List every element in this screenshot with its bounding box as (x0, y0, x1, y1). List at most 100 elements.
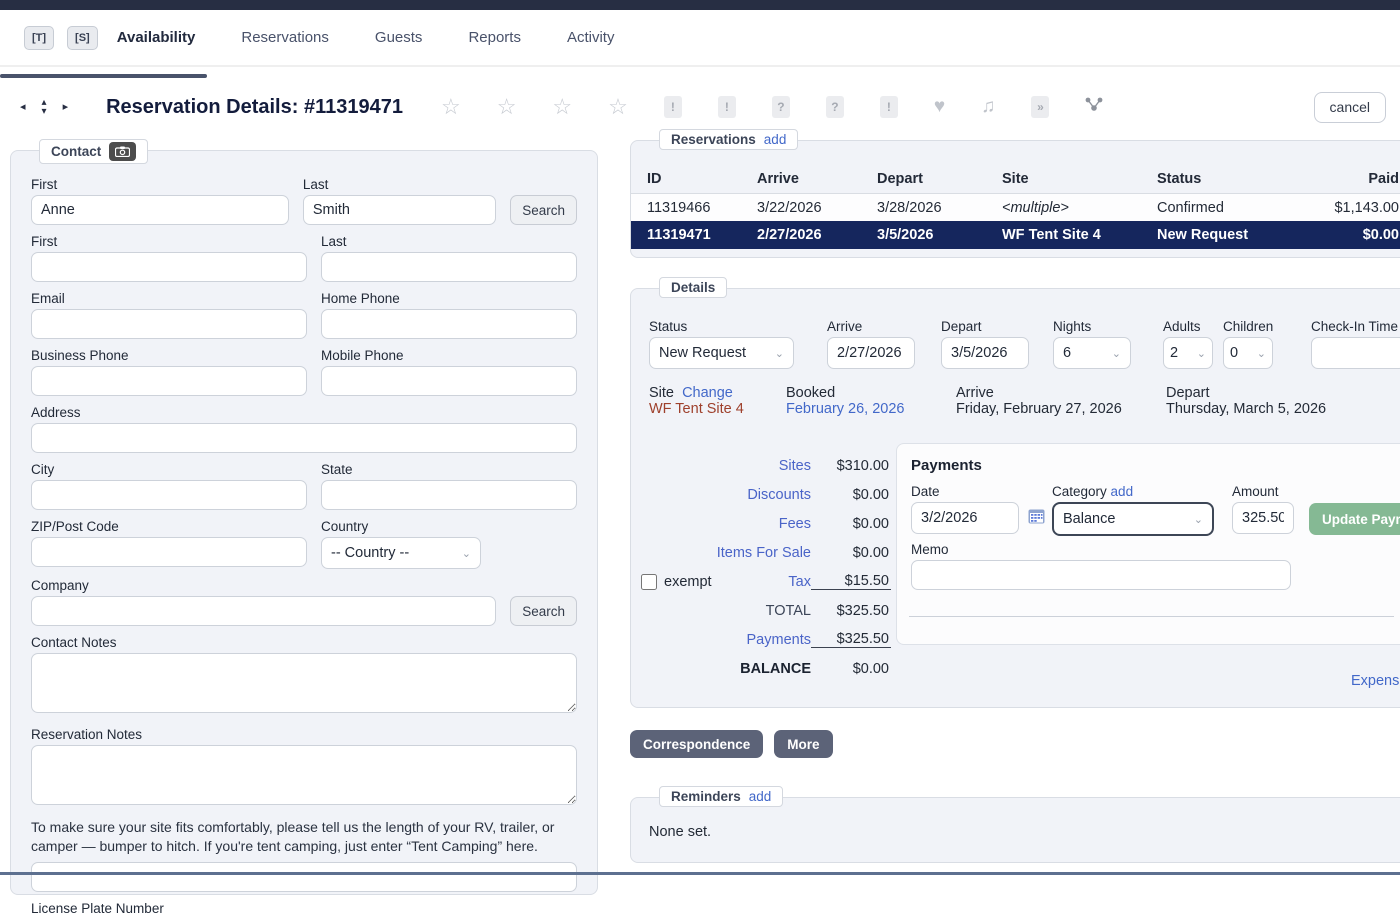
reservations-add-link[interactable]: add (764, 132, 787, 147)
expenses-link[interactable]: Expenses (1351, 673, 1400, 689)
nights-select[interactable]: 6 ⌄ (1053, 337, 1131, 369)
last-name-2-input[interactable] (321, 252, 577, 282)
star-rating-icon-4[interactable]: ☆ (608, 94, 628, 120)
cell-site: WF Tent Site 4 (1002, 227, 1157, 243)
state-input[interactable] (321, 480, 577, 510)
city-input[interactable] (31, 480, 307, 510)
checkin-time-input[interactable] (1311, 337, 1400, 369)
contact-search-button[interactable]: Search (510, 195, 577, 225)
alert-flag-icon-2[interactable]: ! (718, 96, 736, 118)
balance-label: BALANCE (721, 661, 811, 677)
payment-amount-label: Amount (1232, 484, 1294, 499)
zip-input[interactable] (31, 537, 307, 567)
table-row[interactable]: 11319466 3/22/2026 3/28/2026 <multiple> … (631, 193, 1400, 221)
window-top-bar (0, 0, 1400, 10)
depart-date-input[interactable] (941, 337, 1029, 369)
more-button[interactable]: More (774, 730, 832, 758)
tab-availability[interactable]: Availability (117, 29, 196, 46)
first-name-2-input[interactable] (31, 252, 307, 282)
rv-length-input[interactable] (31, 862, 577, 892)
discounts-link[interactable]: Discounts (721, 487, 811, 503)
contact-legend: Contact (39, 139, 148, 164)
tab-activity[interactable]: Activity (567, 29, 615, 46)
alert-flag-icon-1[interactable]: ! (664, 96, 682, 118)
reservation-notes-textarea[interactable] (31, 745, 577, 805)
camera-icon[interactable] (109, 142, 136, 161)
col-arrive: Arrive (757, 171, 877, 187)
items-for-sale-link[interactable]: Items For Sale (641, 545, 811, 561)
company-label: Company (31, 578, 496, 593)
group-share-icon[interactable] (1085, 96, 1104, 119)
heart-icon[interactable]: ♥ (934, 96, 945, 118)
next-record-icon[interactable]: ▸ (63, 102, 69, 112)
question-flag-icon-1[interactable]: ? (772, 96, 790, 118)
reminders-legend-label: Reminders (671, 789, 741, 804)
site-change-link[interactable]: Change (682, 385, 733, 401)
alert-flag-icon-3[interactable]: ! (880, 96, 898, 118)
chevrons-right-icon[interactable]: » (1031, 96, 1049, 118)
payment-date-input[interactable] (911, 502, 1019, 534)
total-label: TOTAL (721, 603, 811, 619)
reminders-add-link[interactable]: add (749, 789, 772, 804)
email-input[interactable] (31, 309, 307, 339)
tab-reservations[interactable]: Reservations (241, 29, 329, 46)
star-rating-icon-3[interactable]: ☆ (552, 94, 572, 120)
music-note-icon[interactable]: ♫ (981, 96, 995, 118)
cell-paid: $0.00 (1312, 227, 1400, 243)
t-shortcut-button[interactable]: [T] (24, 26, 54, 50)
category-label-text: Category (1052, 484, 1107, 499)
reservations-table: ID Arrive Depart Site Status Paid 113194… (631, 165, 1400, 249)
tax-amount: $15.50 (811, 573, 891, 590)
tab-guests[interactable]: Guests (375, 29, 423, 46)
arrive-date-input[interactable] (827, 337, 915, 369)
booked-date-link[interactable]: February 26, 2026 (786, 401, 905, 417)
booked-label: Booked (786, 385, 835, 401)
country-select[interactable]: -- Country -- ⌄ (321, 537, 481, 569)
payment-category-select[interactable]: Balance ⌄ (1052, 502, 1214, 536)
home-phone-input[interactable] (321, 309, 577, 339)
reservations-legend: Reservations add (659, 129, 798, 150)
company-input[interactable] (31, 596, 496, 626)
depart-label: Depart (941, 319, 1029, 334)
payment-memo-input[interactable] (911, 560, 1291, 590)
payment-amount-input[interactable] (1232, 502, 1294, 534)
correspondence-button[interactable]: Correspondence (630, 730, 763, 758)
state-label: State (321, 462, 577, 477)
sites-link[interactable]: Sites (721, 458, 811, 474)
children-select[interactable]: 0 ⌄ (1223, 337, 1273, 369)
calendar-icon[interactable] (1028, 508, 1045, 529)
record-navigation: ◂ ▴ ▾ ▸ (20, 98, 68, 116)
category-add-link[interactable]: add (1111, 484, 1134, 499)
tax-exempt-checkbox[interactable] (641, 574, 657, 590)
cell-id: 11319466 (647, 200, 757, 216)
cell-site: <multiple> (1002, 200, 1157, 216)
adults-label: Adults (1163, 319, 1213, 334)
cancel-button[interactable]: cancel (1314, 92, 1386, 123)
star-rating-icon-1[interactable]: ☆ (441, 94, 461, 120)
star-rating-icon-2[interactable]: ☆ (497, 94, 517, 120)
tax-link[interactable]: Tax (721, 574, 811, 590)
adults-select[interactable]: 2 ⌄ (1163, 337, 1213, 369)
table-row-selected[interactable]: 11319471 2/27/2026 3/5/2026 WF Tent Site… (631, 221, 1400, 249)
fees-link[interactable]: Fees (721, 516, 811, 532)
down-record-icon[interactable]: ▾ (42, 107, 47, 116)
business-phone-input[interactable] (31, 366, 307, 396)
address-input[interactable] (31, 423, 577, 453)
contact-notes-textarea[interactable] (31, 653, 577, 713)
payments-link[interactable]: Payments (721, 632, 811, 648)
mobile-phone-input[interactable] (321, 366, 577, 396)
home-phone-label: Home Phone (321, 291, 577, 306)
s-shortcut-button[interactable]: [S] (67, 26, 98, 50)
payment-controls: Date Category add Balance ⌄ Amount (911, 484, 1400, 536)
company-search-button[interactable]: Search (510, 596, 577, 626)
first-name-input[interactable] (31, 195, 289, 225)
zip-label: ZIP/Post Code (31, 519, 307, 534)
status-select[interactable]: New Request ⌄ (649, 337, 794, 369)
question-flag-icon-2[interactable]: ? (826, 96, 844, 118)
contact-notes-label: Contact Notes (31, 635, 577, 650)
update-payment-button[interactable]: Update Payment (1309, 503, 1400, 535)
nights-select-value: 6 (1063, 345, 1071, 361)
last-name-input[interactable] (303, 195, 496, 225)
prev-record-icon[interactable]: ◂ (20, 102, 26, 112)
tab-reports[interactable]: Reports (468, 29, 521, 46)
